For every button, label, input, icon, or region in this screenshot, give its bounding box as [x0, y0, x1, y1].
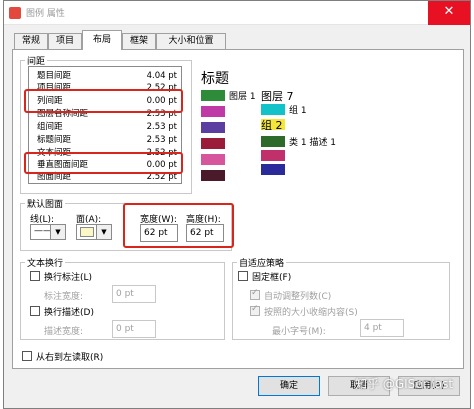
auto-columns-label: 自动调整列数(C) — [264, 292, 332, 302]
right-to-left-checkbox[interactable] — [22, 351, 32, 361]
color-swatch — [261, 136, 285, 147]
desc-width-input[interactable]: 0 pt — [112, 320, 156, 338]
color-swatch — [261, 164, 285, 175]
legend-preview: 标题 图层 1 图层 7 组 1 组 2 类 1 描述 1 — [195, 64, 450, 189]
color-swatch — [261, 104, 285, 115]
tab-label: 布局 — [92, 35, 111, 45]
fill-color-swatch — [80, 227, 94, 237]
color-swatch — [201, 90, 225, 101]
wrap-labels-label: 换行标注(L) — [44, 273, 93, 283]
right-to-left-label: 从右到左读取(R) — [36, 353, 104, 363]
list-item[interactable]: 题目间距 4.04 pt — [29, 70, 181, 82]
wrap-desc-checkbox[interactable] — [30, 306, 40, 316]
fixed-frame-label: 固定框(F) — [252, 273, 292, 283]
tab-label: 框架 — [129, 36, 148, 46]
row-name: 题目间距 — [37, 71, 72, 81]
list-item[interactable]: 组间距 2.53 pt — [29, 121, 181, 133]
tab-label: 项目 — [55, 36, 74, 46]
highlight-vertical-patch-spacing — [24, 152, 183, 174]
row-value: 2.53 pt — [146, 135, 177, 145]
chevron-down-icon: ▼ — [50, 225, 65, 239]
fixed-frame-checkbox[interactable] — [238, 271, 248, 281]
min-font-label: 最小字号(M): — [272, 327, 326, 337]
wrap-labels-checkbox[interactable] — [30, 271, 40, 281]
window-title: 图例 属性 — [26, 9, 65, 19]
tab-layout[interactable]: 布局 — [82, 30, 122, 50]
color-swatch — [201, 106, 225, 117]
line-combo[interactable]: —— ▼ — [30, 224, 66, 240]
preview-group2: 组 2 — [261, 119, 283, 132]
fill-combo[interactable]: ▼ — [76, 224, 112, 240]
preview-layer1: 图层 1 — [229, 92, 256, 102]
min-font-input[interactable]: 4 pt — [360, 319, 404, 337]
preview-title: 标题 — [201, 71, 229, 87]
app-icon — [9, 7, 21, 19]
close-button[interactable]: ✕ — [428, 1, 470, 25]
close-icon: ✕ — [443, 4, 455, 19]
title-bar: 图例 属性 ✕ — [4, 1, 470, 25]
tab-frame[interactable]: 框架 — [122, 33, 156, 49]
list-item[interactable]: 标题间距 2.53 pt — [29, 134, 181, 146]
highlight-width-height — [123, 203, 234, 248]
preview-group1: 组 1 — [289, 106, 307, 116]
color-swatch — [261, 150, 285, 161]
row-value: 4.04 pt — [146, 71, 177, 81]
tab-items[interactable]: 项目 — [48, 33, 82, 49]
color-swatch — [201, 122, 225, 133]
row-value: 2.53 pt — [146, 122, 177, 132]
default-patch-label: 默认图面 — [25, 197, 66, 210]
chevron-down-icon: ▼ — [96, 225, 111, 239]
preview-layer7: 图层 7 — [261, 90, 294, 103]
shrink-checkbox[interactable] — [250, 304, 260, 316]
color-swatch — [201, 170, 225, 181]
text-wrap-label: 文本换行 — [25, 256, 66, 269]
tab-label: 大小和位置 — [168, 36, 214, 46]
shrink-label: 按照的大小收缩内容(S) — [264, 308, 358, 318]
label-width-label: 标注宽度: — [44, 292, 84, 302]
tab-size-position[interactable]: 大小和位置 — [156, 33, 226, 49]
auto-columns-checkbox[interactable] — [250, 288, 260, 300]
row-name: 标题间距 — [37, 135, 72, 145]
highlight-column-spacing — [24, 89, 183, 113]
color-swatch — [201, 138, 225, 149]
desc-width-label: 描述宽度: — [44, 327, 84, 337]
ok-button[interactable]: 确定 — [258, 376, 320, 396]
wrap-desc-label: 换行描述(D) — [44, 308, 94, 318]
tab-general[interactable]: 常规 — [14, 33, 48, 49]
color-swatch — [201, 154, 225, 165]
watermark: 知乎 @GISer last — [355, 377, 454, 391]
fitting-strategy-label: 自适应策略 — [237, 256, 287, 269]
row-name: 组间距 — [37, 122, 63, 132]
label-width-input[interactable]: 0 pt — [112, 285, 156, 303]
preview-class1: 类 1 描述 1 — [289, 138, 337, 148]
tab-label: 常规 — [21, 36, 40, 46]
